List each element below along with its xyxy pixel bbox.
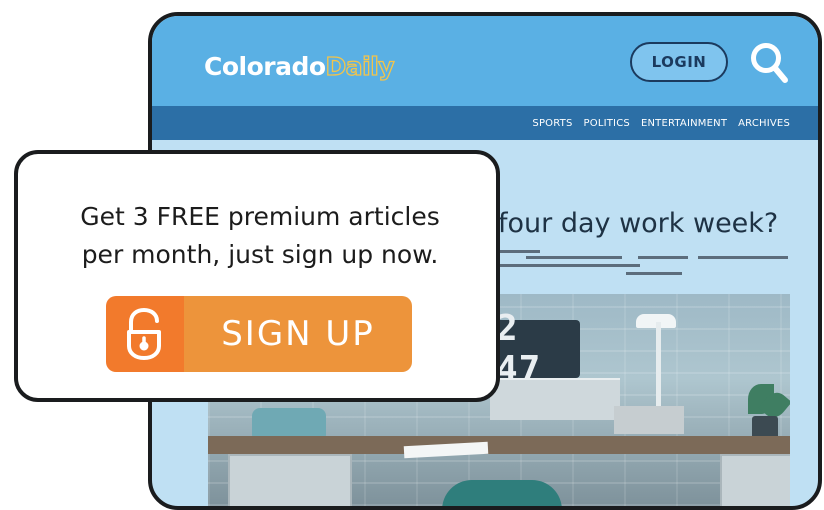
unlock-icon (127, 308, 161, 360)
drawer-cabinet (720, 454, 790, 506)
monitor (490, 378, 620, 420)
promo-line-2: per month, just sign up now. (81, 240, 439, 269)
nav-item-sports[interactable]: SPORTS (532, 118, 572, 129)
nav-item-entertainment[interactable]: ENTERTAINMENT (641, 118, 727, 129)
search-icon (751, 43, 788, 83)
promo-line-1: Get 3 FREE premium articles (80, 202, 440, 231)
logo-text-daily: Daily (325, 51, 395, 81)
search-button[interactable] (748, 40, 790, 86)
site-header: ColoradoDaily LOGIN (152, 16, 818, 106)
promo-message: Get 3 FREE premium articles per month, j… (40, 198, 480, 274)
text-placeholder-line (626, 272, 682, 275)
nav-item-archives[interactable]: ARCHIVES (738, 118, 790, 129)
signup-button[interactable]: SIGN UP (106, 296, 412, 372)
logo-text-colorado: Colorado (204, 52, 326, 81)
site-logo[interactable]: ColoradoDaily (204, 50, 395, 84)
signup-label: SIGN UP (221, 314, 375, 354)
nav-menu: SPORTS POLITICS ENTERTAINMENT ARCHIVES (532, 106, 790, 140)
signup-popup: Get 3 FREE premium articles per month, j… (14, 150, 500, 402)
typewriter (252, 408, 326, 438)
nav-bar: SPORTS POLITICS ENTERTAINMENT ARCHIVES (152, 106, 818, 140)
drawer-cabinet (228, 454, 352, 506)
text-placeholder-line (698, 256, 788, 259)
flip-clock: 2 47 (496, 308, 580, 390)
office-chair (442, 480, 562, 506)
text-placeholder-line (638, 256, 688, 259)
signup-label-container: SIGN UP (184, 296, 412, 372)
signup-icon-container (106, 296, 184, 372)
text-placeholder-line (526, 256, 622, 259)
text-placeholder-line (494, 250, 540, 253)
book-stack (614, 406, 684, 434)
nav-item-politics[interactable]: POLITICS (584, 118, 630, 129)
text-placeholder-line (498, 264, 640, 267)
login-button[interactable]: LOGIN (630, 42, 728, 82)
article-headline[interactable]: four day work week? (498, 208, 778, 239)
desk (208, 436, 790, 454)
